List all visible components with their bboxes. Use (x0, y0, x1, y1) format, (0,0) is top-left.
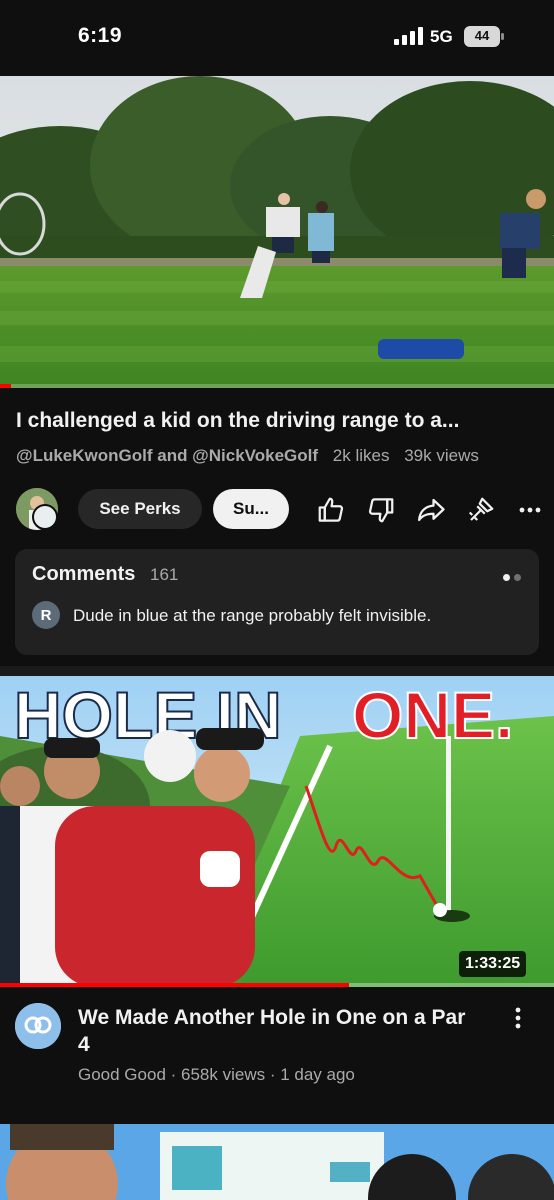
carousel-indicator (499, 568, 521, 586)
thumbnail-text-one: ONE. (352, 678, 513, 752)
video-meta: @LukeKwonGolf and @NickVokeGolf 2k likes… (16, 446, 489, 466)
status-time: 6:19 (78, 24, 123, 47)
player-progress-bar[interactable] (0, 384, 554, 388)
signal-icon (394, 27, 423, 45)
channel-names[interactable]: @LukeKwonGolf and @NickVokeGolf (16, 446, 318, 465)
battery-level: 44 (474, 28, 490, 43)
next-video-meta: Good Good · 658k views · 1 day ago (78, 1065, 355, 1084)
dislike-icon[interactable] (366, 495, 396, 525)
see-perks-button[interactable]: See Perks (78, 489, 202, 529)
section-divider (0, 666, 554, 676)
like-icon[interactable] (316, 495, 346, 525)
next-video-title[interactable]: We Made Another Hole in One on a Par 4 (78, 1004, 478, 1058)
network-label: 5G (430, 27, 453, 46)
status-bar: 6:19 5G 44 (0, 0, 554, 76)
player-progress-fill (0, 384, 12, 388)
third-video-thumbnail-image (0, 1124, 554, 1200)
third-video-thumbnail[interactable] (0, 1124, 554, 1200)
subscribe-button[interactable]: Su... (213, 489, 289, 529)
comments-count: 161 (150, 565, 179, 584)
video-frame (0, 76, 554, 388)
comment-text: Dude in blue at the range probably felt … (73, 606, 432, 625)
indicator-dot (514, 574, 521, 581)
watched-progress-bar (0, 983, 554, 987)
video-player[interactable] (0, 76, 554, 388)
second-channel-avatar[interactable] (32, 504, 58, 530)
more-actions-icon[interactable] (516, 495, 544, 525)
next-video-thumbnail-image: HOLE IN ONE. (0, 676, 554, 987)
good-good-logo-icon (15, 1003, 61, 1049)
duration-badge: 1:33:25 (459, 951, 527, 977)
share-icon[interactable] (416, 495, 446, 525)
comments-label: Comments (32, 563, 136, 585)
indicator-dot-active (503, 574, 510, 581)
watched-progress-fill (0, 983, 350, 987)
next-video-thumbnail[interactable]: HOLE IN ONE. (0, 676, 554, 987)
like-count: 2k likes (332, 446, 390, 465)
commenter-avatar: R (32, 601, 60, 629)
good-good-channel-avatar[interactable] (15, 1003, 61, 1049)
view-count: 39k views (404, 446, 479, 465)
video-title[interactable]: I challenged a kid on the driving range … (16, 409, 541, 433)
action-row: See Perks Su... (0, 486, 554, 532)
more-options-icon[interactable] (508, 1006, 528, 1030)
comments-card[interactable]: Comments 161 R Dude in blue at the range… (15, 549, 539, 655)
clip-icon[interactable] (466, 495, 496, 525)
